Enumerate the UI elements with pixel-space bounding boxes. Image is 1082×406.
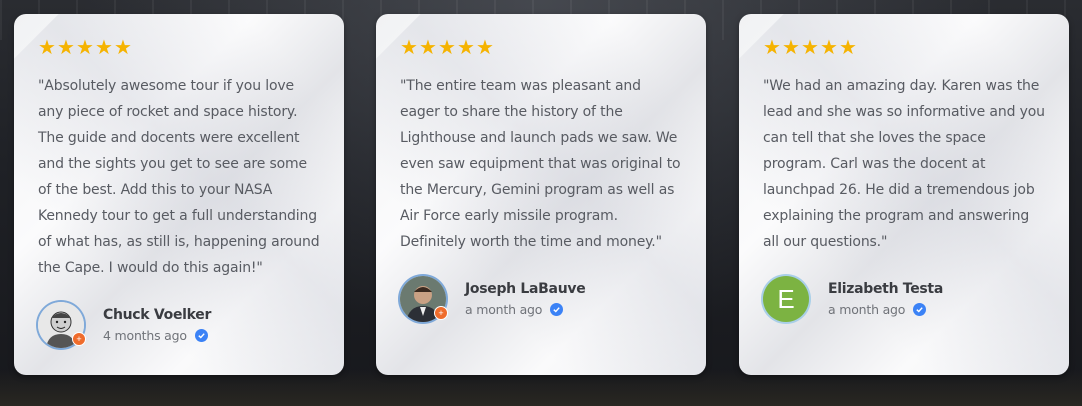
review-card: ★ ★ ★ ★ ★ "We had an amazing day. Karen … [739, 14, 1069, 375]
author-name[interactable]: Elizabeth Testa [828, 281, 943, 297]
review-time: 4 months ago [103, 328, 187, 343]
star-icon: ★ [38, 37, 56, 59]
review-author: E Elizabeth Testa a month ago [763, 276, 943, 322]
review-author: + Chuck Voelker 4 months ago [38, 302, 211, 348]
author-name[interactable]: Chuck Voelker [103, 307, 211, 323]
star-icon: ★ [57, 37, 75, 59]
review-text: "The entire team was pleasant and eager … [400, 78, 681, 250]
star-icon: ★ [476, 37, 494, 59]
star-icon: ★ [839, 37, 857, 59]
star-icon: ★ [438, 37, 456, 59]
star-icon: ★ [95, 37, 113, 59]
google-badge-icon: + [72, 332, 86, 346]
avatar-initial: E [777, 283, 795, 314]
star-rating: ★ ★ ★ ★ ★ [38, 37, 320, 59]
review-text: "We had an amazing day. Karen was the le… [763, 78, 1045, 250]
star-icon: ★ [457, 37, 475, 59]
star-icon: ★ [801, 37, 819, 59]
star-icon: ★ [114, 37, 132, 59]
hangar-floor [0, 370, 1082, 406]
star-icon: ★ [763, 37, 781, 59]
star-rating: ★ ★ ★ ★ ★ [763, 37, 1045, 59]
star-icon: ★ [76, 37, 94, 59]
review-text: "Absolutely awesome tour if you love any… [38, 78, 320, 276]
verified-check-icon [194, 329, 208, 342]
star-icon: ★ [782, 37, 800, 59]
star-icon: ★ [419, 37, 437, 59]
review-time: a month ago [828, 302, 906, 317]
review-card: ★ ★ ★ ★ ★ "The entire team was pleasant … [376, 14, 706, 375]
star-icon: ★ [820, 37, 838, 59]
review-card: ★ ★ ★ ★ ★ "Absolutely awesome tour if yo… [14, 14, 344, 375]
review-time: a month ago [465, 302, 543, 317]
star-icon: ★ [400, 37, 418, 59]
avatar[interactable]: + [400, 276, 448, 322]
verified-check-icon [913, 303, 927, 316]
author-name[interactable]: Joseph LaBauve [465, 281, 586, 297]
avatar[interactable]: + [38, 302, 86, 348]
star-rating: ★ ★ ★ ★ ★ [400, 37, 682, 59]
review-author: + Joseph LaBauve a month ago [400, 276, 586, 322]
avatar[interactable]: E [763, 276, 809, 322]
verified-check-icon [550, 303, 564, 316]
google-badge-icon: + [434, 306, 448, 320]
